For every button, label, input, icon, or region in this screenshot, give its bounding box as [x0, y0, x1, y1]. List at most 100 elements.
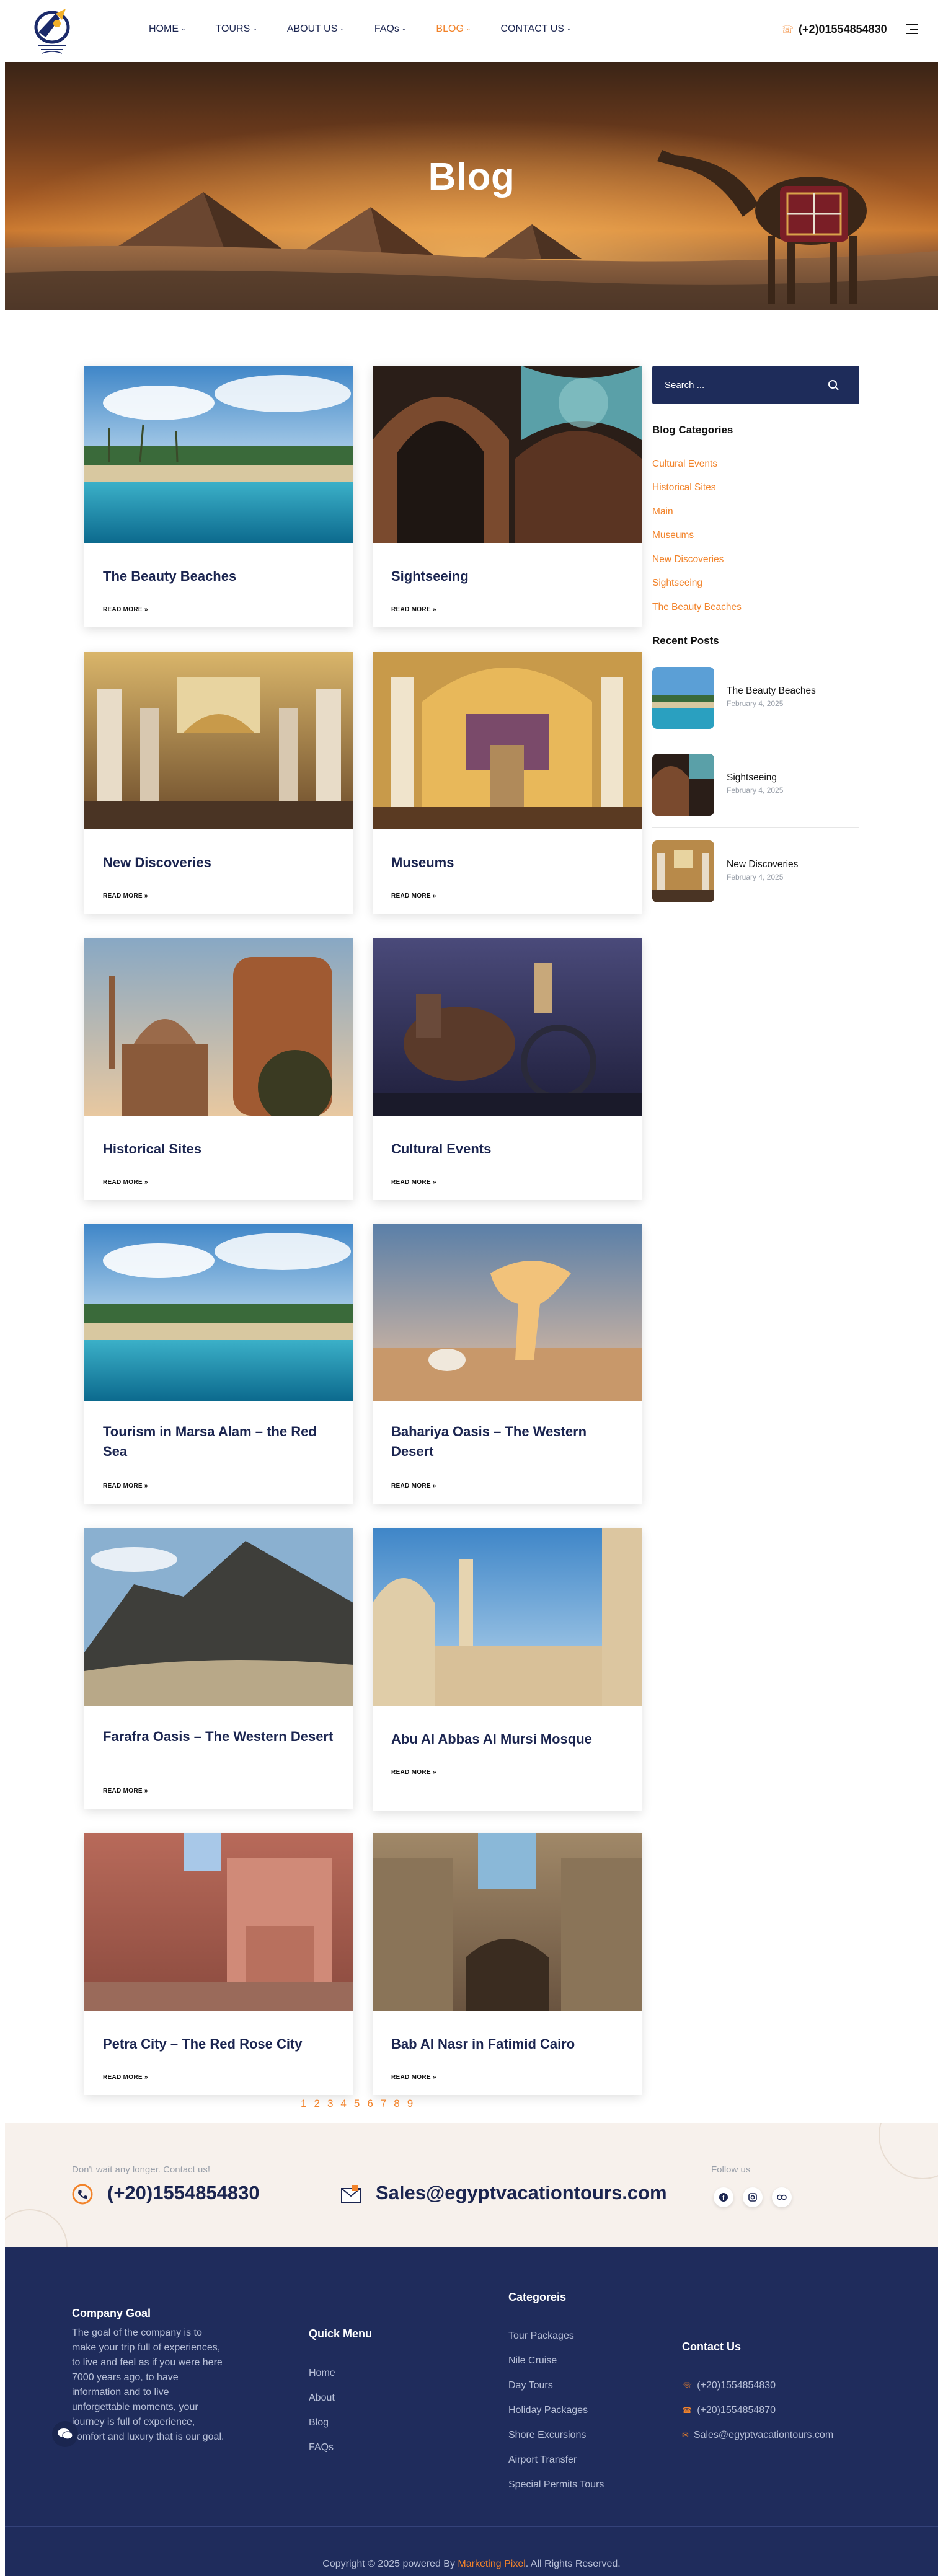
contact-email[interactable]: Sales@egyptvacationtours.com [376, 2182, 667, 2204]
blog-card[interactable]: Abu Al Abbas Al Mursi Mosque READ MORE » [373, 1528, 642, 1811]
nav-contact[interactable]: CONTACT US ⌄ [500, 24, 571, 35]
read-more-link[interactable]: READ MORE » [103, 1483, 148, 1489]
card-image-museum-hall[interactable] [84, 652, 353, 829]
page-link[interactable]: 6 [367, 2097, 373, 2110]
category-link[interactable]: Museums [652, 530, 694, 541]
instagram-icon[interactable] [743, 2187, 763, 2207]
read-more-link[interactable]: READ MORE » [103, 606, 148, 613]
read-more-link[interactable]: READ MORE » [391, 1483, 436, 1489]
page-link[interactable]: 7 [381, 2097, 386, 2110]
card-image-museum-statue[interactable] [373, 652, 642, 829]
recent-post-title[interactable]: The Beauty Beaches [727, 686, 816, 697]
card-title[interactable]: Museums [391, 853, 627, 873]
card-title[interactable]: Cultural Events [391, 1139, 627, 1159]
card-image-beach[interactable] [84, 1224, 353, 1401]
nav-faqs[interactable]: FAQs ⌄ [374, 24, 407, 35]
footer-category-link[interactable]: Day Tours [508, 2380, 553, 2391]
chat-widget-button[interactable] [52, 2421, 78, 2447]
page-link[interactable]: 3 [327, 2097, 333, 2110]
page-link[interactable]: 1 [301, 2097, 306, 2110]
category-link[interactable]: New Discoveries [652, 554, 724, 565]
facebook-icon[interactable]: f [714, 2187, 733, 2207]
category-link[interactable]: Cultural Events [652, 459, 717, 470]
blog-card[interactable]: Cultural Events READ MORE » [373, 938, 642, 1200]
card-image-gate[interactable] [373, 1833, 642, 2011]
recent-post-thumb[interactable] [652, 667, 714, 729]
recent-post-title[interactable]: New Discoveries [727, 859, 798, 870]
category-link[interactable]: Main [652, 506, 673, 518]
card-title[interactable]: New Discoveries [103, 853, 339, 873]
page-link[interactable]: 5 [354, 2097, 360, 2110]
read-more-link[interactable]: READ MORE » [391, 2074, 436, 2081]
nav-home[interactable]: HOME ⌄ [149, 24, 186, 35]
tripadvisor-icon[interactable] [772, 2187, 792, 2207]
nav-about[interactable]: ABOUT US ⌄ [287, 24, 345, 35]
card-title[interactable]: Petra City – The Red Rose City [103, 2034, 339, 2054]
footer-category-link[interactable]: Special Permits Tours [508, 2479, 604, 2490]
header-phone[interactable]: ☏ (+2)01554854830 [781, 23, 887, 36]
footer-link-about[interactable]: About [309, 2393, 335, 2404]
hamburger-icon[interactable] [904, 24, 918, 35]
card-image-black-desert[interactable] [84, 1528, 353, 1706]
footer-phone-2[interactable]: ☎ (+20)1554854870 [682, 2405, 776, 2416]
category-link[interactable]: Sightseeing [652, 578, 702, 589]
category-link[interactable]: Historical Sites [652, 482, 716, 493]
nav-blog[interactable]: BLOG ⌄ [436, 24, 471, 35]
recent-post-thumb[interactable] [652, 840, 714, 902]
read-more-link[interactable]: READ MORE » [391, 1769, 436, 1776]
card-title[interactable]: Abu Al Abbas Al Mursi Mosque [391, 1729, 627, 1749]
card-image-petra[interactable] [84, 1833, 353, 2011]
footer-category-link[interactable]: Airport Transfer [508, 2455, 577, 2466]
footer-email[interactable]: ✉ Sales@egyptvacationtours.com [682, 2430, 833, 2441]
search-icon[interactable] [825, 376, 843, 395]
card-title[interactable]: Sightseeing [391, 567, 627, 586]
page-link[interactable]: 9 [407, 2097, 413, 2110]
card-title[interactable]: Farafra Oasis – The Western Desert [103, 1727, 339, 1747]
recent-post-item[interactable]: New Discoveries February 4, 2025 [652, 840, 859, 902]
footer-link-blog[interactable]: Blog [309, 2417, 329, 2428]
footer-phone-1[interactable]: ☏ (+20)1554854830 [682, 2380, 776, 2391]
page-link[interactable]: 4 [340, 2097, 346, 2110]
blog-card[interactable]: Sightseeing READ MORE » [373, 366, 642, 627]
blog-card[interactable]: Historical Sites READ MORE » [84, 938, 353, 1200]
blog-card[interactable]: Museums READ MORE » [373, 652, 642, 914]
read-more-link[interactable]: READ MORE » [391, 606, 436, 613]
recent-post-item[interactable]: Sightseeing February 4, 2025 [652, 754, 859, 828]
card-image-mosque-interior[interactable] [373, 366, 642, 543]
read-more-link[interactable]: READ MORE » [103, 1788, 148, 1794]
nav-tours[interactable]: TOURS ⌄ [216, 24, 257, 35]
blog-card[interactable]: Petra City – The Red Rose City READ MORE… [84, 1833, 353, 2095]
footer-category-link[interactable]: Tour Packages [508, 2331, 574, 2342]
blog-card[interactable]: New Discoveries READ MORE » [84, 652, 353, 914]
read-more-link[interactable]: READ MORE » [103, 2074, 148, 2081]
read-more-link[interactable]: READ MORE » [103, 893, 148, 899]
recent-post-item[interactable]: The Beauty Beaches February 4, 2025 [652, 667, 859, 741]
footer-link-home[interactable]: Home [309, 2368, 335, 2379]
card-title[interactable]: Historical Sites [103, 1139, 339, 1159]
blog-card[interactable]: Farafra Oasis – The Western Desert READ … [84, 1528, 353, 1809]
card-image-citadel[interactable] [84, 938, 353, 1116]
card-image-chariot[interactable] [373, 938, 642, 1116]
page-link[interactable]: 8 [394, 2097, 399, 2110]
page-link[interactable]: 2 [314, 2097, 319, 2110]
copyright-brand-link[interactable]: Marketing Pixel [458, 2559, 525, 2569]
read-more-link[interactable]: READ MORE » [391, 893, 436, 899]
card-title[interactable]: Bahariya Oasis – The Western Desert [391, 1422, 627, 1462]
read-more-link[interactable]: READ MORE » [103, 1179, 148, 1186]
blog-card[interactable]: Bahariya Oasis – The Western Desert READ… [373, 1224, 642, 1504]
footer-category-link[interactable]: Holiday Packages [508, 2405, 588, 2416]
card-title[interactable]: Tourism in Marsa Alam – the Red Sea [103, 1422, 339, 1462]
card-image-mosque-exterior[interactable] [373, 1528, 642, 1706]
blog-card[interactable]: The Beauty Beaches READ MORE » [84, 366, 353, 627]
card-title[interactable]: Bab Al Nasr in Fatimid Cairo [391, 2034, 627, 2054]
category-link[interactable]: The Beauty Beaches [652, 602, 742, 613]
blog-card[interactable]: Bab Al Nasr in Fatimid Cairo READ MORE » [373, 1833, 642, 2095]
recent-post-title[interactable]: Sightseeing [727, 772, 777, 783]
card-image-white-desert[interactable] [373, 1224, 642, 1401]
footer-category-link[interactable]: Nile Cruise [508, 2355, 557, 2366]
read-more-link[interactable]: READ MORE » [391, 1179, 436, 1186]
card-image-beach[interactable] [84, 366, 353, 543]
site-logo[interactable] [27, 5, 77, 57]
search-input[interactable] [665, 377, 820, 393]
footer-link-faqs[interactable]: FAQs [309, 2442, 334, 2453]
